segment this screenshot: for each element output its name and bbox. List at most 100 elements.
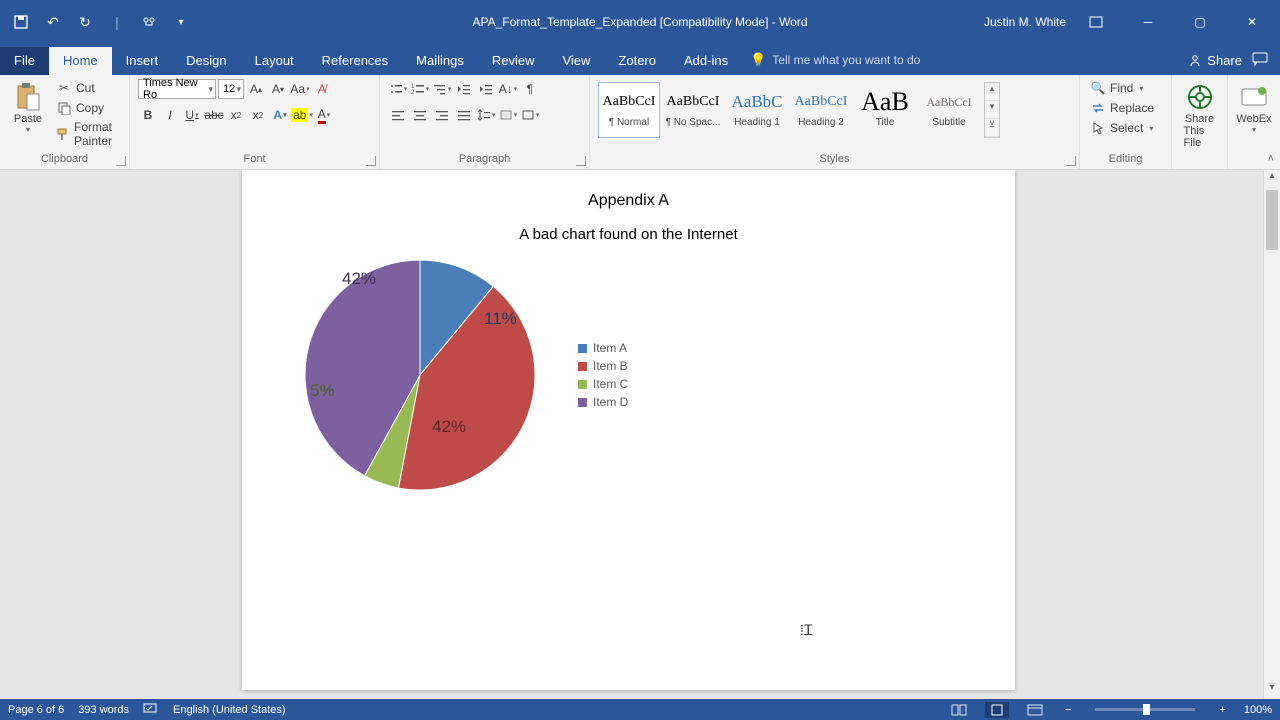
tab-file[interactable]: File [0,47,49,75]
tab-layout[interactable]: Layout [241,47,308,75]
line-spacing-button[interactable] [476,105,496,125]
webex-button[interactable]: WebEx ▾ [1232,79,1275,136]
qat-customize-icon[interactable]: ▾ [170,11,192,33]
close-icon[interactable]: ✕ [1230,8,1274,36]
legend-itemb: Item B [578,359,628,373]
user-name[interactable]: Justin M. White [984,15,1066,29]
vertical-scrollbar[interactable]: ▴ ▾ [1263,170,1280,699]
zoom-out-button[interactable]: − [1061,704,1075,716]
zoom-in-button[interactable]: + [1215,704,1229,716]
comments-icon[interactable] [1252,52,1268,69]
share-button[interactable]: Share [1188,53,1242,68]
undo-icon[interactable]: ↶ [42,11,64,33]
tab-zotero[interactable]: Zotero [604,47,670,75]
bullets-button[interactable] [388,79,408,99]
ribbon-display-icon[interactable] [1074,8,1118,36]
shrink-font-button[interactable]: A▾ [268,79,288,99]
underline-button[interactable]: U [182,105,202,125]
minimize-icon[interactable]: ─ [1126,8,1170,36]
pie-chart-object[interactable]: 11%42%5%42% Item AItem BItem CItem D [302,257,975,493]
style-nospac[interactable]: AaBbCcI¶ No Spac... [662,82,724,138]
subscript-button[interactable]: x2 [226,105,246,125]
highlight-button[interactable]: ab [292,105,312,125]
cut-button[interactable]: ✂Cut [54,79,121,97]
tell-me-search[interactable]: 💡Tell me what you want to do [750,52,920,75]
scroll-thumb[interactable] [1266,190,1278,250]
tab-mailings[interactable]: Mailings [402,47,478,75]
tab-review[interactable]: Review [478,47,549,75]
shading-button[interactable] [498,105,518,125]
zoom-slider[interactable] [1095,708,1195,711]
show-marks-button[interactable]: ¶ [520,79,540,99]
font-name-combo[interactable]: Times New Ro [138,79,216,99]
redo-icon[interactable]: ↻ [74,11,96,33]
borders-button[interactable] [520,105,540,125]
tab-view[interactable]: View [548,47,604,75]
pie-label-itema: 11% [484,309,517,329]
share-file-button[interactable]: Share This File [1180,79,1220,151]
style-normal[interactable]: AaBbCcI¶ Normal [598,82,660,138]
font-dialog-launcher[interactable] [366,156,376,166]
find-button[interactable]: 🔍Find▾ [1088,79,1163,97]
multilevel-list-button[interactable] [432,79,452,99]
superscript-button[interactable]: x2 [248,105,268,125]
increase-indent-button[interactable] [476,79,496,99]
select-button[interactable]: Select▾ [1088,119,1163,137]
spellcheck-icon[interactable] [143,702,159,717]
text-effects-button[interactable]: A [270,105,290,125]
tab-insert[interactable]: Insert [112,47,173,75]
page-indicator[interactable]: Page 6 of 6 [8,704,64,716]
zoom-level[interactable]: 100% [1244,704,1272,716]
cut-label: Cut [76,81,95,95]
paste-button[interactable]: Paste ▾ [8,79,48,149]
clipboard-dialog-launcher[interactable] [116,156,126,166]
styles-more-button[interactable]: ▴▾⊻ [984,82,1000,138]
print-layout-icon[interactable] [985,702,1009,718]
clipboard-group-label: Clipboard [8,153,121,167]
page[interactable]: Appendix A A bad chart found on the Inte… [242,170,1015,690]
copy-button[interactable]: Copy [54,99,121,117]
read-mode-icon[interactable] [947,702,971,718]
justify-button[interactable] [454,105,474,125]
web-layout-icon[interactable] [1023,702,1047,718]
maximize-icon[interactable]: ▢ [1178,8,1222,36]
quick-print-icon[interactable] [138,11,160,33]
style-subtitle[interactable]: AaBbCcISubtitle [918,82,980,138]
align-center-button[interactable] [410,105,430,125]
ribbon-tabs: File Home Insert Design Layout Reference… [0,44,1280,75]
save-icon[interactable] [10,11,32,33]
numbering-button[interactable]: 12 [410,79,430,99]
style-heading2[interactable]: AaBbCcIHeading 2 [790,82,852,138]
style-title[interactable]: AaBTitle [854,82,916,138]
word-count[interactable]: 393 words [78,704,129,716]
legend-itema: Item A [578,341,628,355]
font-color-button[interactable]: A [314,105,334,125]
tab-home[interactable]: Home [49,47,112,75]
scroll-down-icon[interactable]: ▾ [1264,682,1280,699]
grow-font-button[interactable]: A▴ [246,79,266,99]
clear-formatting-button[interactable]: A̸ [312,79,332,99]
change-case-button[interactable]: Aa [290,79,310,99]
tab-references[interactable]: References [308,47,402,75]
font-size-combo[interactable]: 12 [218,79,244,99]
tab-design[interactable]: Design [172,47,240,75]
bold-button[interactable]: B [138,105,158,125]
sort-button[interactable]: A↓ [498,79,518,99]
paragraph-dialog-launcher[interactable] [576,156,586,166]
style-heading1[interactable]: AaBbCHeading 1 [726,82,788,138]
tab-addins[interactable]: Add-ins [670,47,742,75]
collapse-ribbon-button[interactable]: ˄ [1268,153,1274,165]
strikethrough-button[interactable]: abc [204,105,224,125]
align-right-button[interactable] [432,105,452,125]
italic-button[interactable]: I [160,105,180,125]
copy-label: Copy [76,101,104,115]
replace-button[interactable]: Replace [1088,99,1163,117]
language-indicator[interactable]: English (United States) [173,704,286,716]
format-painter-button[interactable]: Format Painter [54,119,121,149]
styles-dialog-launcher[interactable] [1066,156,1076,166]
scroll-up-icon[interactable]: ▴ [1264,170,1280,187]
pie-label-itemd: 42% [342,269,376,289]
appendix-subheading: A bad chart found on the Internet [282,226,975,243]
align-left-button[interactable] [388,105,408,125]
decrease-indent-button[interactable] [454,79,474,99]
